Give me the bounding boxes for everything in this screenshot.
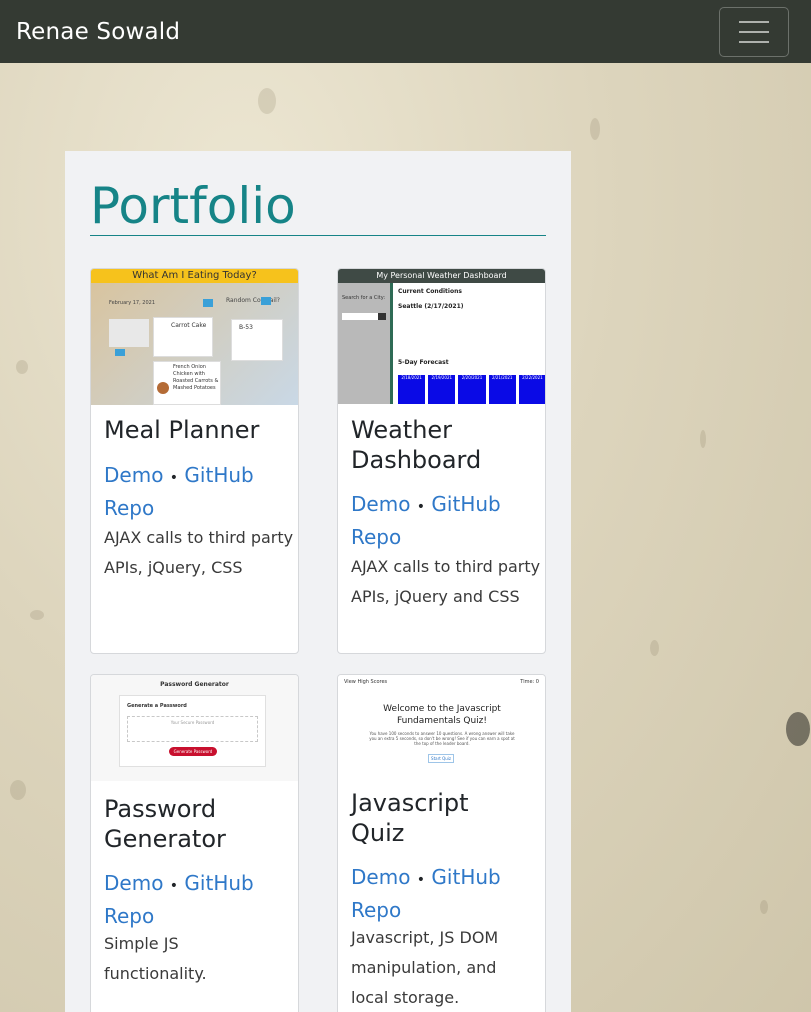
- weather-dashboard-thumbnail[interactable]: My Personal Weather Dashboard Search for…: [338, 269, 545, 404]
- forecast-day: 2/20/2021: [458, 375, 486, 404]
- thumb-item1: Carrot Cake: [171, 322, 207, 329]
- thumb-sub: Generate a Password: [127, 703, 187, 709]
- thumb-left: View High Scores: [344, 679, 388, 685]
- thumb-date: February 17, 2021: [109, 300, 156, 306]
- thumb-placeholder: Your Secure Password: [127, 716, 258, 742]
- link-separator: •: [416, 499, 426, 515]
- project-card-javascript-quiz: View High Scores Time: 0 Welcome to the …: [337, 674, 546, 1012]
- project-links: Demo • GitHub Repo: [104, 868, 289, 931]
- thumb-random: Random Cocktail?: [226, 297, 280, 304]
- link-separator: •: [169, 470, 179, 486]
- project-card-weather-dashboard: My Personal Weather Dashboard Search for…: [337, 268, 546, 654]
- brand-link[interactable]: Renae Sowald: [16, 19, 180, 45]
- project-title: Password Generator: [104, 795, 226, 853]
- project-description: AJAX calls to third party APIs, jQuery, …: [104, 528, 294, 577]
- password-generator-thumbnail[interactable]: Password Generator Generate a Password Y…: [91, 675, 298, 781]
- project-description: AJAX calls to third party APIs, jQuery a…: [351, 557, 541, 606]
- menu-toggle-button[interactable]: [719, 6, 789, 57]
- javascript-quiz-thumbnail[interactable]: View High Scores Time: 0 Welcome to the …: [338, 675, 545, 779]
- demo-link[interactable]: Demo: [351, 492, 410, 516]
- thumb-header: What Am I Eating Today?: [91, 269, 298, 283]
- project-card-password-generator: Password Generator Generate a Password Y…: [90, 674, 299, 1012]
- thumb-forecast: 5-Day Forecast: [398, 359, 449, 366]
- thumb-right: Time: 0: [520, 679, 539, 685]
- thumb-current: Current Conditions: [398, 288, 462, 295]
- thumb-search: Search for a City:: [342, 295, 386, 301]
- navbar: Renae Sowald: [0, 0, 811, 63]
- project-description: Javascript, JS DOM manipulation, and loc…: [351, 928, 499, 1007]
- forecast-day: 2/19/2021: [428, 375, 456, 404]
- thumb-body: You have 100 seconds to answer 10 questi…: [369, 731, 515, 746]
- forecast-day: 2/22/2021: [518, 375, 545, 404]
- project-title: Meal Planner: [104, 416, 260, 444]
- demo-link[interactable]: Demo: [104, 463, 163, 487]
- demo-link[interactable]: Demo: [351, 865, 410, 889]
- title-divider: [90, 235, 546, 236]
- hamburger-icon: [739, 20, 769, 43]
- project-links: Demo • GitHub Repo: [351, 862, 536, 925]
- forecast-day: 2/21/2021: [488, 375, 516, 404]
- meal-planner-thumbnail[interactable]: What Am I Eating Today? February 17, 202…: [91, 269, 298, 405]
- thumb-item2: B-53: [239, 324, 253, 331]
- project-title: Weather Dashboard: [351, 416, 482, 474]
- forecast-day: 2/18/2021: [398, 375, 426, 404]
- thumb-start: Start Quiz: [428, 754, 454, 763]
- thumb-city: Seattle (2/17/2021): [398, 303, 464, 310]
- project-links: Demo • GitHub Repo: [351, 489, 536, 552]
- project-card-meal-planner: What Am I Eating Today? February 17, 202…: [90, 268, 299, 654]
- thumb-button: Generate Password: [169, 747, 217, 756]
- project-description: Simple JS functionality.: [104, 934, 207, 983]
- page-title: Portfolio: [90, 177, 296, 235]
- project-title: Javascript Quiz: [351, 789, 469, 847]
- thumb-header: Password Generator: [160, 681, 229, 688]
- thumb-item3: French Onion Chicken with Roasted Carrot…: [173, 364, 219, 391]
- link-separator: •: [416, 872, 426, 888]
- thumb-heading: Welcome to the Javascript Fundamentals Q…: [383, 704, 501, 726]
- project-links: Demo • GitHub Repo: [104, 460, 289, 523]
- demo-link[interactable]: Demo: [104, 871, 163, 895]
- link-separator: •: [169, 878, 179, 894]
- thumb-header: My Personal Weather Dashboard: [338, 269, 545, 283]
- portfolio-panel: Portfolio What Am I Eating Today? Februa…: [65, 151, 571, 1012]
